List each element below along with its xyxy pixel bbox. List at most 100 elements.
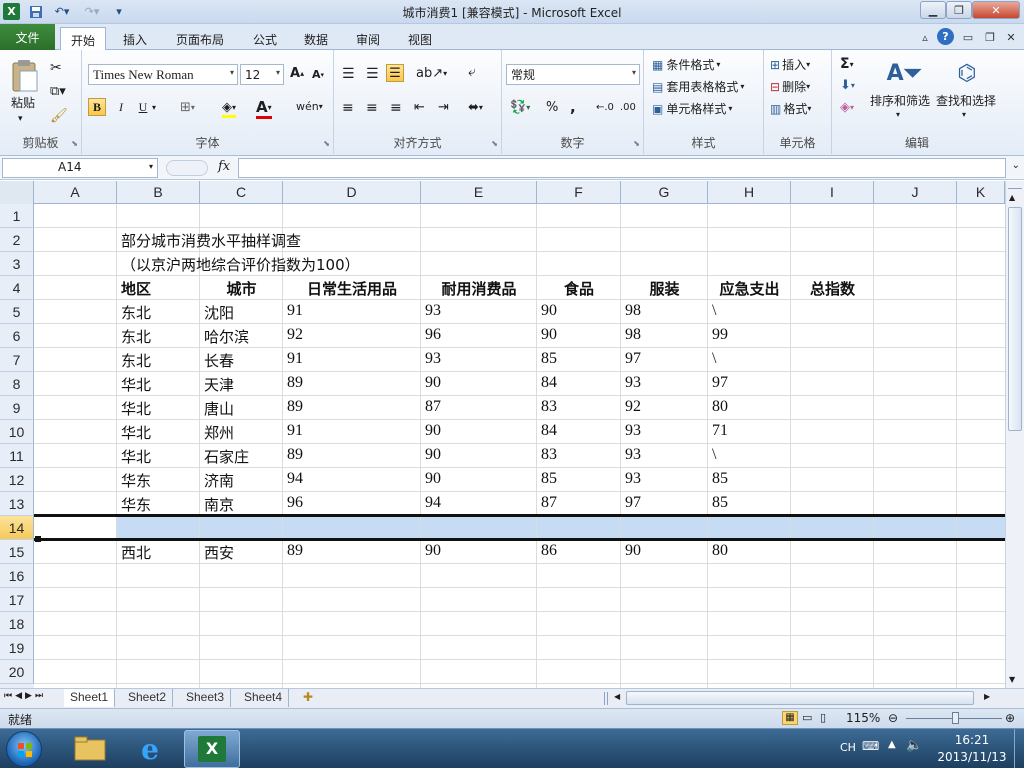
sheet-subtitle[interactable]: （以京沪两地综合评价指数为100） bbox=[117, 252, 360, 276]
value-cell[interactable]: 85 bbox=[537, 468, 557, 492]
value-cell[interactable]: 90 bbox=[537, 324, 557, 348]
phonetic-icon[interactable]: wén ▾ bbox=[296, 100, 323, 113]
column-header-h[interactable]: H bbox=[708, 181, 791, 204]
row-header[interactable]: 18 bbox=[0, 612, 34, 636]
value-cell[interactable]: 90 bbox=[621, 540, 641, 564]
scroll-down-icon[interactable]: ▼ bbox=[1009, 675, 1015, 684]
column-header-f[interactable]: F bbox=[537, 181, 621, 204]
align-top-icon[interactable]: ☰ bbox=[342, 66, 355, 82]
merge-center-icon[interactable]: ⬌ ▾ bbox=[468, 100, 483, 115]
tab-view[interactable]: 视图 bbox=[398, 27, 442, 50]
value-cell[interactable]: 89 bbox=[283, 444, 303, 468]
city-cell[interactable]: 郑州 bbox=[200, 420, 234, 444]
value-cell[interactable]: 92 bbox=[283, 324, 303, 348]
tab-home[interactable]: 开始 bbox=[60, 27, 107, 50]
italic-button[interactable]: I bbox=[112, 98, 130, 116]
column-header-e[interactable]: E bbox=[421, 181, 537, 204]
expand-formula-bar-icon[interactable]: ⌄ bbox=[1012, 160, 1020, 171]
tab-review[interactable]: 审阅 bbox=[346, 27, 390, 50]
value-cell[interactable]: 93 bbox=[621, 372, 641, 396]
row-header[interactable]: 5 bbox=[0, 300, 34, 324]
sort-filter-dropdown-icon[interactable]: ▾ bbox=[896, 110, 900, 119]
row-header[interactable]: 4 bbox=[0, 276, 34, 300]
row-header[interactable]: 20 bbox=[0, 660, 34, 684]
show-desktop-button[interactable] bbox=[1014, 729, 1024, 768]
region-cell[interactable]: 华东 bbox=[117, 492, 151, 516]
orientation-icon[interactable]: ab↗ ▾ bbox=[416, 66, 447, 81]
keyboard-icon[interactable]: ⌨ bbox=[862, 739, 879, 753]
value-cell[interactable]: 80 bbox=[708, 396, 728, 420]
fill-color-icon[interactable]: ◈ ▾ bbox=[222, 100, 237, 118]
tab-page-layout[interactable]: 页面布局 bbox=[166, 27, 234, 50]
value-cell[interactable]: 71 bbox=[708, 420, 728, 444]
value-cell[interactable]: 93 bbox=[421, 348, 441, 372]
scroll-right-icon[interactable]: ▶ bbox=[984, 692, 990, 701]
sort-filter-icon[interactable]: A⏷ bbox=[886, 56, 922, 90]
sort-filter-button[interactable]: 排序和筛选 bbox=[870, 92, 930, 109]
column-header-c[interactable]: C bbox=[200, 181, 283, 204]
sheet-tab-sheet3[interactable]: Sheet3 bbox=[180, 689, 232, 707]
paste-icon[interactable] bbox=[8, 58, 42, 94]
bold-button[interactable]: B bbox=[88, 98, 106, 116]
row-header[interactable]: 12 bbox=[0, 468, 34, 492]
zoom-level[interactable]: 115% bbox=[846, 711, 880, 725]
value-cell[interactable]: 86 bbox=[537, 540, 557, 564]
internet-explorer-icon[interactable]: e bbox=[124, 731, 176, 767]
region-cell[interactable]: 华北 bbox=[117, 372, 151, 396]
region-cell[interactable] bbox=[117, 516, 121, 540]
row-header[interactable]: 6 bbox=[0, 324, 34, 348]
region-cell[interactable]: 华北 bbox=[117, 444, 151, 468]
input-language[interactable]: CH bbox=[840, 741, 856, 754]
row-header[interactable]: 7 bbox=[0, 348, 34, 372]
city-cell[interactable]: 西安 bbox=[200, 540, 234, 564]
delete-cells-button[interactable]: ⊟ 删除 ▾ bbox=[770, 78, 810, 95]
row-header[interactable]: 13 bbox=[0, 492, 34, 516]
header-cell[interactable]: 总指数 bbox=[791, 276, 874, 300]
comma-button[interactable]: , bbox=[570, 98, 576, 116]
clipboard-launcher-icon[interactable]: ⬊ bbox=[71, 139, 78, 148]
minimize-button[interactable]: ▁ bbox=[920, 1, 946, 19]
align-middle-icon[interactable]: ☰ bbox=[366, 66, 379, 82]
header-cell[interactable]: 食品 bbox=[537, 276, 621, 300]
increase-decimal-icon[interactable]: ←.0 bbox=[596, 102, 614, 113]
find-select-dropdown-icon[interactable]: ▾ bbox=[962, 110, 966, 119]
row-header[interactable]: 11 bbox=[0, 444, 34, 468]
align-right-icon[interactable]: ≡ bbox=[390, 100, 402, 116]
number-launcher-icon[interactable]: ⬊ bbox=[633, 139, 640, 148]
cell-styles-button[interactable]: ▣ 单元格样式 ▾ bbox=[652, 100, 732, 117]
cell-grid[interactable]: 部分城市消费水平抽样调查 （以京沪两地综合评价指数为100） 地区 城市 日常生… bbox=[34, 204, 1005, 688]
font-size-combo[interactable]: 12 ▾ bbox=[240, 64, 284, 85]
value-cell[interactable] bbox=[421, 516, 425, 540]
value-cell[interactable]: 92 bbox=[621, 396, 641, 420]
header-cell[interactable]: 日常生活用品 bbox=[283, 276, 421, 300]
value-cell[interactable]: 87 bbox=[537, 492, 557, 516]
tab-split-handle[interactable] bbox=[604, 692, 608, 705]
row-header[interactable]: 16 bbox=[0, 564, 34, 588]
clear-icon[interactable]: ◈ ▾ bbox=[840, 100, 854, 115]
value-cell[interactable]: 91 bbox=[283, 300, 303, 324]
column-header-b[interactable]: B bbox=[117, 181, 200, 204]
row-header[interactable]: 2 bbox=[0, 228, 34, 252]
row-header-selected[interactable]: 14 bbox=[0, 516, 34, 540]
row-header[interactable]: 9 bbox=[0, 396, 34, 420]
align-center-icon[interactable]: ≡ bbox=[366, 100, 378, 116]
city-cell[interactable]: 南京 bbox=[200, 492, 234, 516]
paste-button[interactable]: 粘贴 bbox=[11, 94, 35, 111]
value-cell[interactable]: 85 bbox=[537, 348, 557, 372]
sheet-nav-icons[interactable]: ⏮◀▶⏭ bbox=[4, 691, 46, 701]
decrease-indent-icon[interactable]: ⇤ bbox=[414, 100, 425, 115]
value-cell[interactable]: 93 bbox=[421, 300, 441, 324]
minimize-workbook-icon[interactable]: ▭ bbox=[961, 29, 975, 46]
column-header-a[interactable]: A bbox=[34, 181, 117, 204]
value-cell[interactable]: 96 bbox=[421, 324, 441, 348]
name-box[interactable]: A14 ▾ bbox=[2, 158, 158, 178]
start-button[interactable] bbox=[6, 731, 42, 767]
row-header[interactable]: 3 bbox=[0, 252, 34, 276]
restore-workbook-icon[interactable]: ❐ bbox=[983, 29, 997, 46]
column-header-k[interactable]: K bbox=[957, 181, 1005, 204]
value-cell[interactable] bbox=[621, 516, 625, 540]
close-workbook-icon[interactable]: ✕ bbox=[1004, 29, 1018, 46]
format-as-table-button[interactable]: ▤ 套用表格格式 ▾ bbox=[652, 78, 744, 95]
value-cell[interactable]: 91 bbox=[283, 348, 303, 372]
value-cell[interactable]: 90 bbox=[421, 420, 441, 444]
